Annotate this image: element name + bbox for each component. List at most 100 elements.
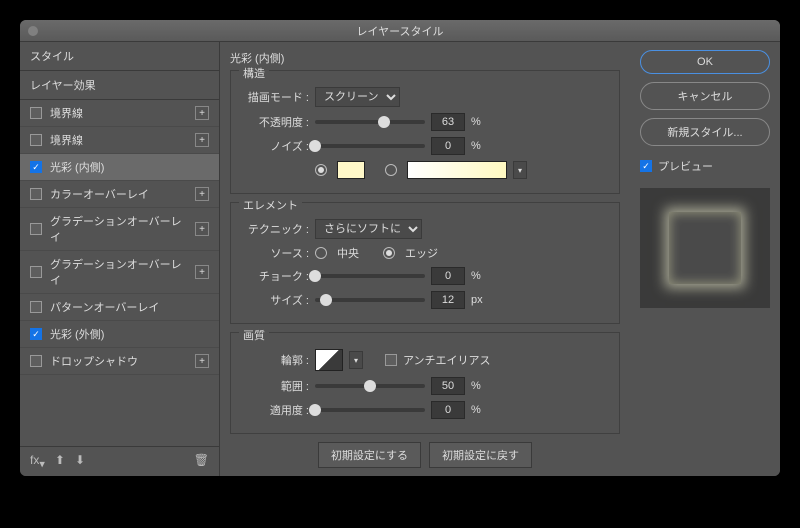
source-label: ソース :	[239, 245, 309, 261]
style-checkbox[interactable]	[30, 134, 42, 146]
preview-square	[669, 212, 741, 284]
style-checkbox[interactable]	[30, 266, 42, 278]
style-label: 境界線	[50, 132, 187, 148]
style-row-8[interactable]: ドロップシャドウ +	[20, 348, 219, 375]
choke-input[interactable]	[431, 267, 465, 285]
range-label: 範囲 :	[239, 378, 309, 394]
source-center-radio[interactable]	[315, 247, 327, 259]
ok-button[interactable]: OK	[640, 50, 770, 74]
style-label: 光彩 (外側)	[50, 326, 209, 342]
jitter-input[interactable]	[431, 401, 465, 419]
style-row-2[interactable]: 光彩 (内側)	[20, 154, 219, 181]
noise-label: ノイズ :	[239, 138, 309, 154]
add-effect-icon[interactable]: +	[195, 354, 209, 368]
antialias-label: アンチエイリアス	[403, 352, 491, 368]
source-center-label: 中央	[337, 245, 359, 261]
add-effect-icon[interactable]: +	[195, 265, 209, 279]
style-row-5[interactable]: グラデーションオーバーレイ +	[20, 251, 219, 294]
technique-select[interactable]: さらにソフトに	[315, 219, 422, 239]
style-label: グラデーションオーバーレイ	[50, 256, 187, 288]
group-structure-title: 構造	[239, 65, 269, 81]
opacity-input[interactable]	[431, 113, 465, 131]
opacity-unit: %	[471, 116, 489, 128]
titlebar[interactable]: レイヤースタイル	[20, 20, 780, 42]
style-label: 境界線	[50, 105, 187, 121]
style-checkbox[interactable]	[30, 301, 42, 313]
contour-swatch[interactable]	[315, 349, 343, 371]
gradient-swatch[interactable]	[407, 161, 507, 179]
sidebar-subheader[interactable]: レイヤー効果	[20, 71, 219, 100]
style-checkbox[interactable]	[30, 355, 42, 367]
style-row-4[interactable]: グラデーションオーバーレイ+	[20, 208, 219, 251]
style-checkbox[interactable]	[30, 161, 42, 173]
window-title: レイヤースタイル	[356, 23, 443, 39]
style-row-0[interactable]: 境界線 +	[20, 100, 219, 127]
style-row-6[interactable]: パターンオーバーレイ	[20, 294, 219, 321]
add-effect-icon[interactable]: +	[195, 133, 209, 147]
new-style-button[interactable]: 新規スタイル...	[640, 118, 770, 146]
noise-slider[interactable]	[315, 144, 425, 148]
style-label: カラーオーバーレイ	[50, 186, 187, 202]
close-icon[interactable]	[28, 26, 38, 36]
group-elements-title: エレメント	[239, 197, 302, 213]
panel-title: 光彩 (内側)	[230, 50, 620, 66]
noise-input[interactable]	[431, 137, 465, 155]
fx-icon[interactable]: fx▾	[30, 453, 45, 470]
opacity-label: 不透明度 :	[239, 114, 309, 130]
group-elements: エレメント テクニック : さらにソフトに ソース : 中央 エッジ	[230, 202, 620, 324]
sidebar-header: スタイル	[20, 42, 219, 71]
add-effect-icon[interactable]: +	[195, 187, 209, 201]
preview-checkbox[interactable]	[640, 160, 652, 172]
cancel-button[interactable]: キャンセル	[640, 82, 770, 110]
size-unit: px	[471, 294, 489, 306]
range-input[interactable]	[431, 377, 465, 395]
opacity-slider[interactable]	[315, 120, 425, 124]
styles-sidebar: スタイル レイヤー効果 境界線+境界線+光彩 (内側)カラーオーバーレイ+グラデ…	[20, 42, 220, 476]
preview-thumbnail	[640, 188, 770, 308]
style-label: パターンオーバーレイ	[50, 299, 209, 315]
trash-icon[interactable]: 🗑	[194, 453, 209, 470]
make-default-button[interactable]: 初期設定にする	[318, 442, 421, 468]
antialias-checkbox[interactable]	[385, 354, 397, 366]
mode-select[interactable]: スクリーン	[315, 87, 400, 107]
right-panel: OK キャンセル 新規スタイル... プレビュー	[630, 42, 780, 476]
technique-label: テクニック :	[239, 221, 309, 237]
choke-slider[interactable]	[315, 274, 425, 278]
color-solid-radio[interactable]	[315, 164, 327, 176]
style-checkbox[interactable]	[30, 223, 42, 235]
size-input[interactable]	[431, 291, 465, 309]
add-effect-icon[interactable]: +	[195, 106, 209, 120]
preview-label: プレビュー	[658, 158, 713, 174]
style-row-3[interactable]: カラーオーバーレイ +	[20, 181, 219, 208]
mode-label: 描画モード :	[239, 89, 309, 105]
style-checkbox[interactable]	[30, 188, 42, 200]
arrow-down-icon[interactable]: ⬇	[75, 453, 85, 470]
add-effect-icon[interactable]: +	[195, 222, 209, 236]
choke-label: チョーク :	[239, 268, 309, 284]
source-edge-label: エッジ	[405, 245, 438, 261]
size-slider[interactable]	[315, 298, 425, 302]
jitter-slider[interactable]	[315, 408, 425, 412]
range-slider[interactable]	[315, 384, 425, 388]
style-checkbox[interactable]	[30, 107, 42, 119]
arrow-up-icon[interactable]: ⬆	[55, 453, 65, 470]
group-structure: 構造 描画モード : スクリーン 不透明度 : % ノイズ :	[230, 70, 620, 194]
group-quality: 画質 輪郭 : ▾ アンチエイリアス 範囲 : %	[230, 332, 620, 434]
jitter-unit: %	[471, 404, 489, 416]
style-row-7[interactable]: 光彩 (外側)	[20, 321, 219, 348]
contour-dropdown-icon[interactable]: ▾	[349, 351, 363, 369]
source-edge-radio[interactable]	[383, 247, 395, 259]
style-row-1[interactable]: 境界線 +	[20, 127, 219, 154]
size-label: サイズ :	[239, 292, 309, 308]
color-swatch[interactable]	[337, 161, 365, 179]
color-gradient-radio[interactable]	[385, 164, 397, 176]
noise-unit: %	[471, 140, 489, 152]
style-label: ドロップシャドウ	[50, 353, 187, 369]
jitter-label: 適用度 :	[239, 402, 309, 418]
range-unit: %	[471, 380, 489, 392]
layer-style-dialog: レイヤースタイル スタイル レイヤー効果 境界線+境界線+光彩 (内側)カラーオ…	[20, 20, 780, 476]
gradient-dropdown-icon[interactable]: ▾	[513, 161, 527, 179]
reset-default-button[interactable]: 初期設定に戻す	[429, 442, 532, 468]
settings-panel: 光彩 (内側) 構造 描画モード : スクリーン 不透明度 : %	[220, 42, 630, 476]
style-checkbox[interactable]	[30, 328, 42, 340]
